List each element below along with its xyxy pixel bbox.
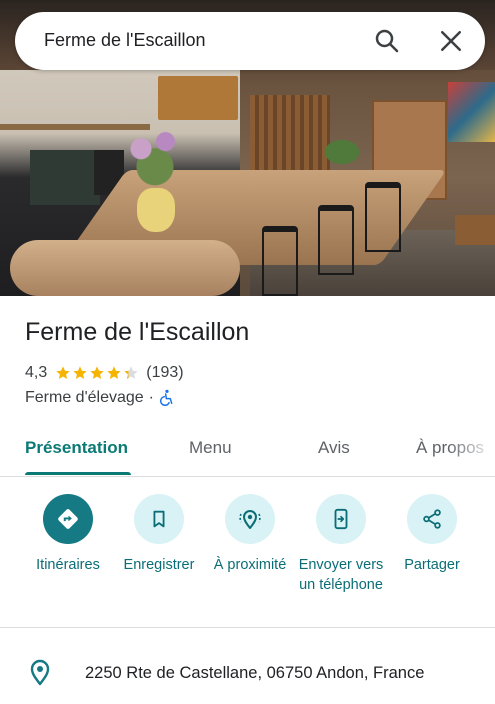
action-label: Itinéraires xyxy=(36,557,100,573)
rating-value: 4,3 xyxy=(25,364,48,381)
photo-stool xyxy=(318,205,354,275)
share-circle xyxy=(407,494,457,544)
active-tab-indicator xyxy=(25,472,131,475)
photo-chalkboard xyxy=(30,150,100,205)
star-icon xyxy=(56,366,70,379)
directions-icon xyxy=(58,509,78,529)
save-button[interactable]: Enregistrer xyxy=(111,494,207,575)
photo-flowers xyxy=(120,120,190,192)
tab-bar: Présentation Menu Avis À propos xyxy=(0,425,495,477)
divider xyxy=(0,627,495,628)
action-label: À proximité xyxy=(213,557,287,573)
category-row: Ferme d'élevage · xyxy=(25,389,175,407)
close-button[interactable] xyxy=(436,26,466,56)
photo-table xyxy=(455,215,495,245)
location-pin-icon xyxy=(30,659,50,686)
nearby-icon xyxy=(239,510,261,529)
photo-log-bar xyxy=(10,240,240,296)
nearby-button[interactable]: À proximité xyxy=(202,494,298,575)
photo-painting xyxy=(448,82,495,142)
photo-plant xyxy=(322,138,362,166)
address-text: 2250 Rte de Castellane, 06750 Andon, Fra… xyxy=(85,664,425,682)
rating-row[interactable]: 4,3 (193) xyxy=(25,363,184,383)
photo-stool xyxy=(262,226,298,296)
search-button[interactable] xyxy=(372,26,402,56)
photo-wood-slats xyxy=(250,95,330,175)
photo-hood xyxy=(158,76,238,120)
close-icon xyxy=(441,31,461,51)
tab-reviews[interactable]: Avis xyxy=(318,438,350,458)
send-to-phone-circle xyxy=(316,494,366,544)
wheelchair-accessible-icon[interactable] xyxy=(159,389,175,407)
send-to-phone-button[interactable]: Envoyer vers un téléphone xyxy=(293,494,389,595)
share-button[interactable]: Partager xyxy=(384,494,480,575)
star-icon xyxy=(90,366,104,379)
search-input[interactable]: Ferme de l'Escaillon xyxy=(44,30,206,51)
photo-vase xyxy=(137,188,175,232)
directions-circle xyxy=(43,494,93,544)
star-icon xyxy=(107,366,121,379)
share-icon xyxy=(423,509,441,529)
nearby-circle xyxy=(225,494,275,544)
tab-menu[interactable]: Menu xyxy=(189,438,232,458)
photo-stool xyxy=(365,182,401,252)
action-label: Envoyer vers un téléphone xyxy=(298,557,384,593)
place-category[interactable]: Ferme d'élevage xyxy=(25,389,144,407)
address-row[interactable]: 2250 Rte de Castellane, 06750 Andon, Fra… xyxy=(0,648,495,694)
star-rating xyxy=(55,365,140,381)
separator: · xyxy=(148,389,154,406)
bookmark-icon xyxy=(153,510,165,528)
place-title: Ferme de l'Escaillon xyxy=(25,318,250,346)
tab-presentation[interactable]: Présentation xyxy=(25,438,128,458)
save-circle xyxy=(134,494,184,544)
tab-about[interactable]: À propos xyxy=(416,438,495,458)
review-count: (193) xyxy=(146,364,184,381)
action-label: Enregistrer xyxy=(123,557,195,573)
star-icon xyxy=(124,366,138,379)
send-to-phone-icon xyxy=(334,508,348,530)
action-label: Partager xyxy=(404,557,460,573)
search-bar[interactable]: Ferme de l'Escaillon xyxy=(15,12,485,70)
directions-button[interactable]: Itinéraires xyxy=(20,494,116,575)
search-icon xyxy=(375,29,399,53)
star-icon xyxy=(73,366,87,379)
